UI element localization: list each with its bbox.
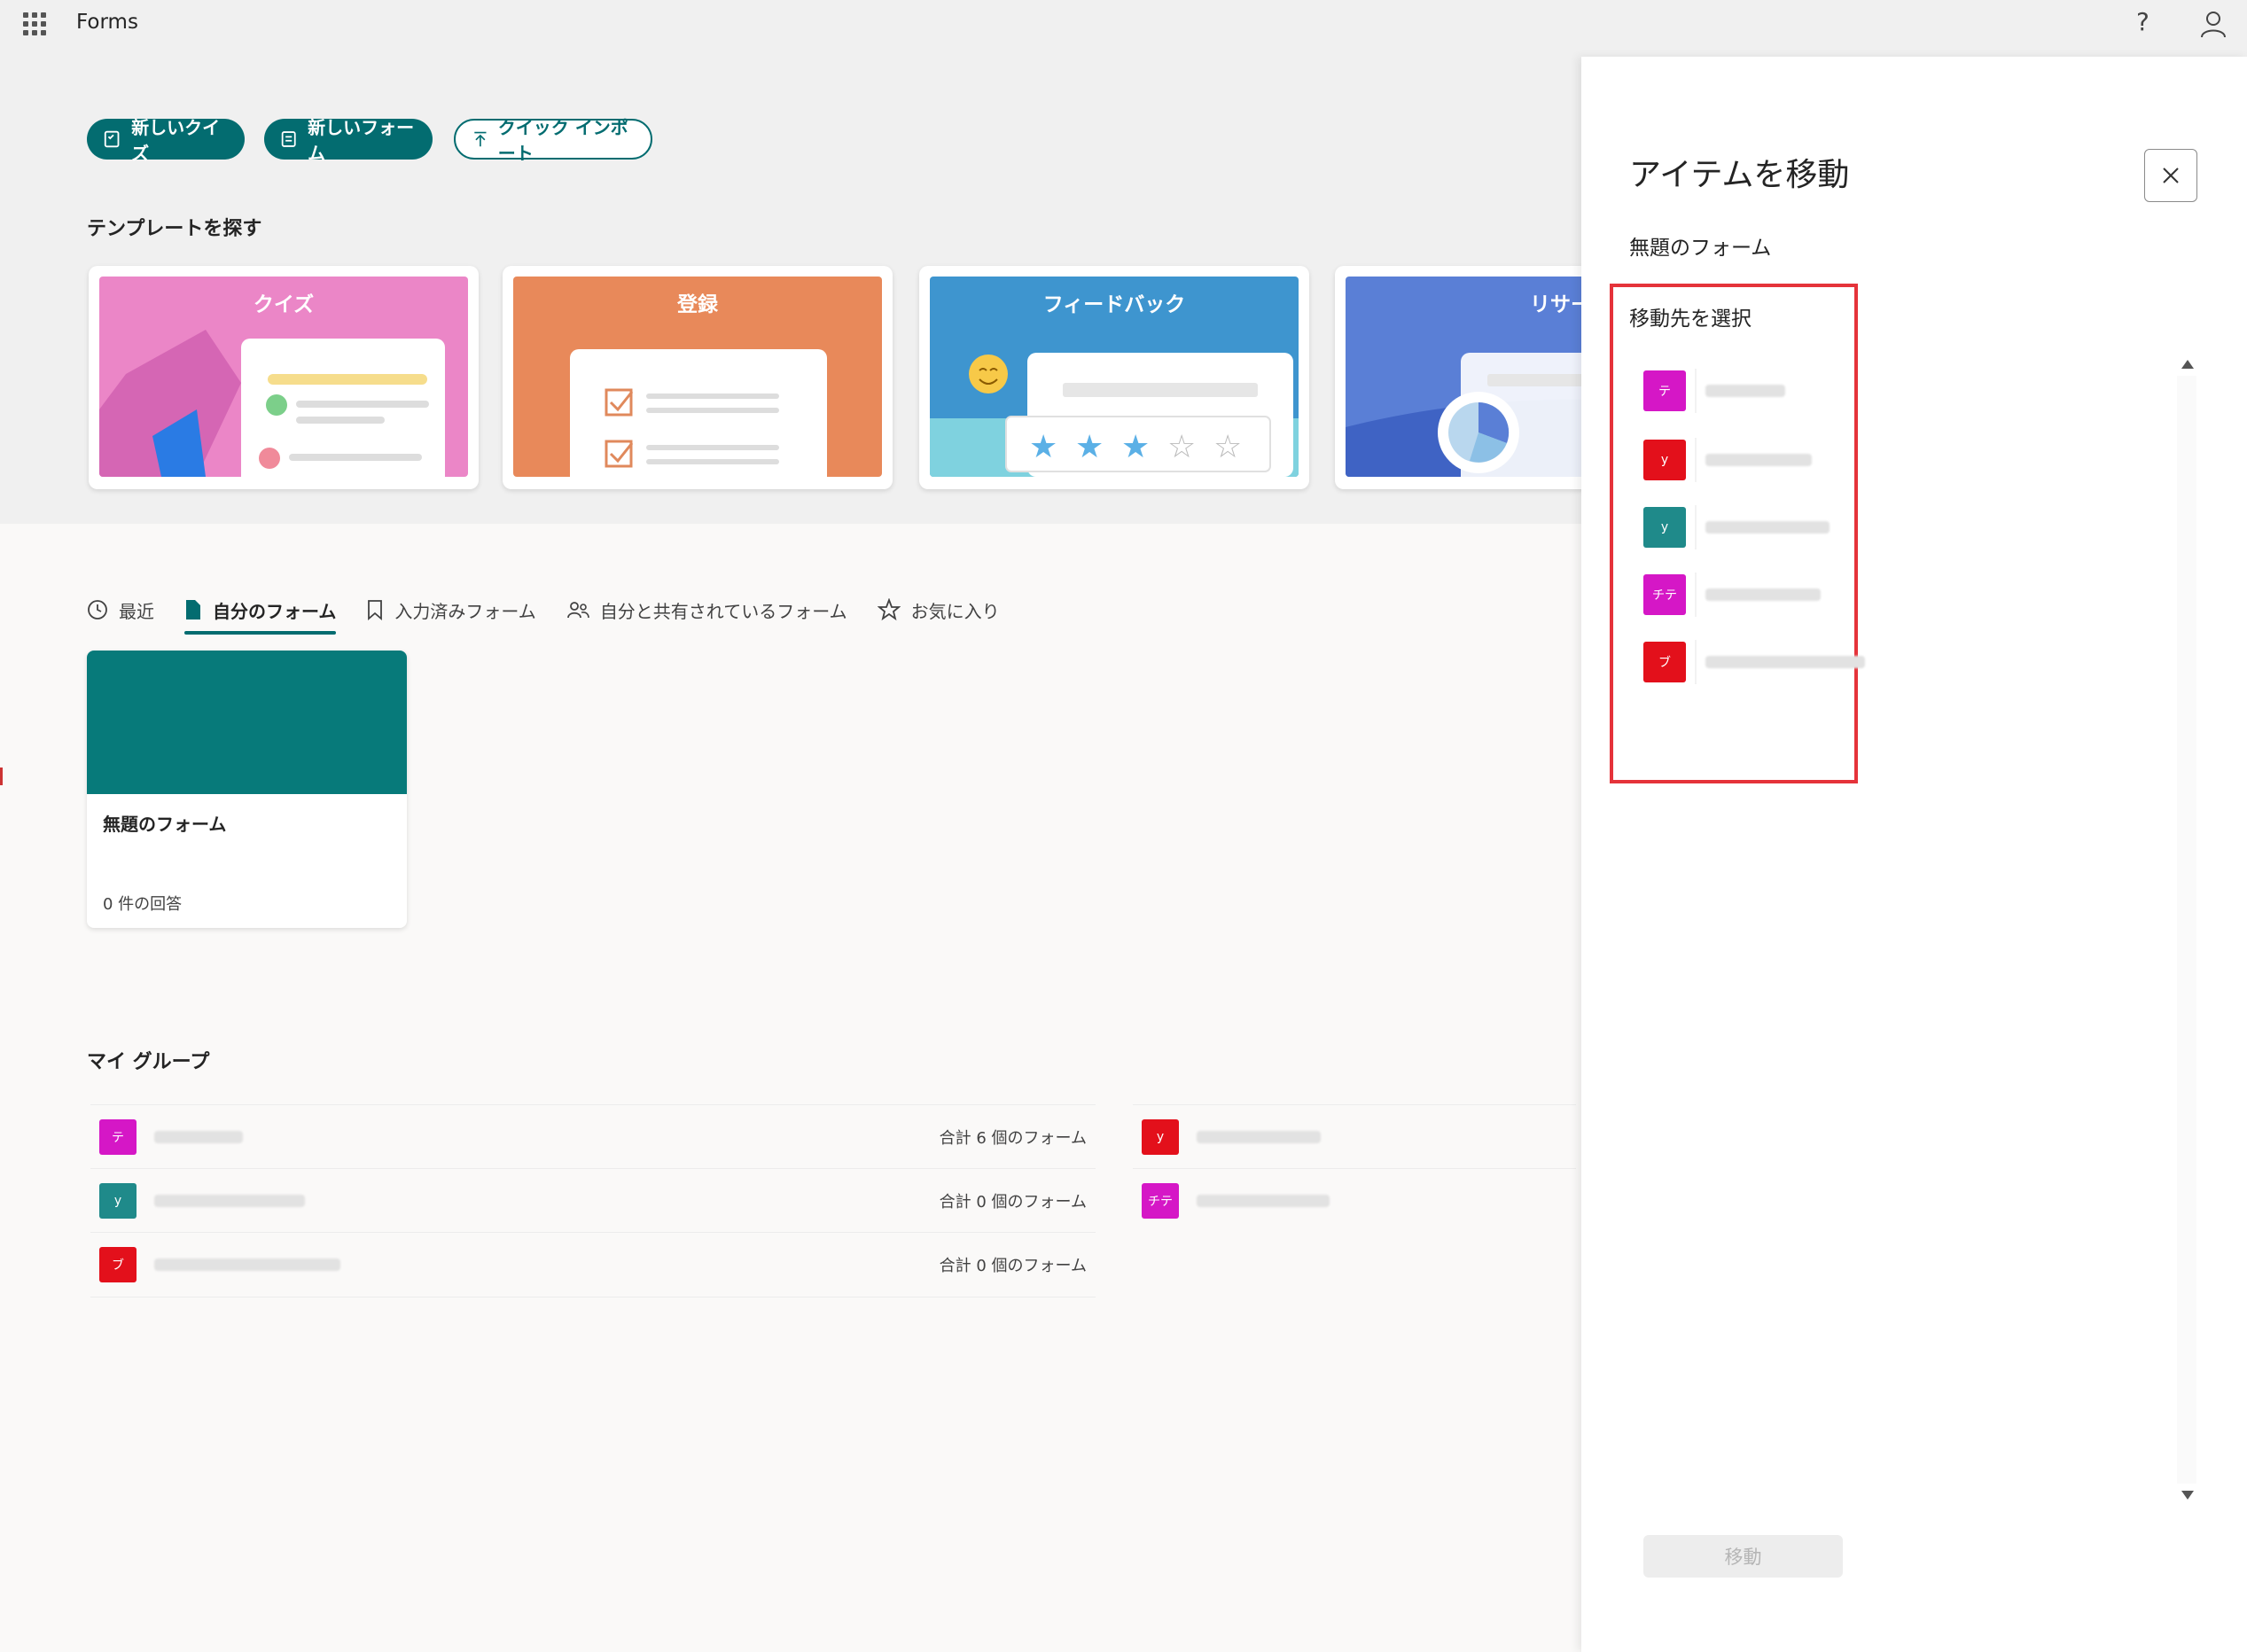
tab-filled-forms[interactable]: 入力済みフォーム [366,590,536,629]
destination-item[interactable]: y [1643,438,1874,482]
form-card[interactable]: 無題のフォーム 0 件の回答 [87,651,407,928]
destination-item[interactable]: ブ [1643,640,1874,684]
svg-text:☆: ☆ [1167,429,1196,465]
move-item-panel: アイテムを移動 無題のフォーム 移動先を選択 テ y y チテ ブ 移動 [1581,57,2247,1652]
quick-import-button[interactable]: クイック インポート [454,117,652,164]
close-button[interactable] [2144,149,2197,202]
group-name-redacted [1197,1131,1321,1143]
template-card-feedback[interactable]: ★ ★ ★ ☆ ☆ フィードバック [919,266,1309,489]
tab-shared-with-me[interactable]: 自分と共有されているフォーム [566,590,847,629]
scroll-up-arrow-icon[interactable] [2181,360,2194,369]
item-name: 無題のフォーム [1629,237,1772,260]
divider [1695,369,1697,413]
svg-text:★: ★ [1121,429,1150,465]
new-form-button[interactable]: 新しいフォーム [264,117,433,164]
scrollbar[interactable] [2177,376,2196,1484]
group-name-redacted [1197,1195,1330,1207]
divider [1695,438,1697,482]
template-card-registration[interactable]: 登録 [503,266,893,489]
destination-avatar: チテ [1643,574,1686,615]
tab-favorites[interactable]: お気に入り [877,590,1000,629]
destination-item[interactable]: y [1643,505,1874,549]
group-avatar: ブ [99,1247,137,1282]
form-tabs: 最近 自分のフォーム 入力済みフォーム 自分と共有されているフォーム お気に入り [87,590,1030,635]
group-row[interactable]: テ 合計 6 個のフォーム [90,1104,1096,1169]
destination-avatar: テ [1643,370,1686,411]
group-form-count: 合計 0 個のフォーム [939,1257,1087,1275]
tab-label: 最近 [119,600,154,622]
destination-avatar: y [1643,507,1686,548]
group-name-redacted [154,1195,305,1207]
app-launcher-icon[interactable] [23,12,46,35]
destination-avatar: y [1643,440,1686,480]
destination-label: 移動先を選択 [1629,308,1752,331]
svg-text:★: ★ [1075,429,1104,465]
groups-heading: マイ グループ [87,1051,210,1073]
help-icon[interactable]: ? [2136,7,2149,36]
template-label: フィードバック [1042,293,1186,316]
new-quiz-button[interactable]: 新しいクイズ [87,117,245,164]
clock-icon [88,600,107,620]
group-row[interactable]: y [1133,1104,1576,1169]
divider [1695,573,1697,617]
account-icon[interactable] [2198,9,2228,39]
tab-label: お気に入り [910,600,1000,622]
panel-title: アイテムを移動 [1629,157,1850,193]
window-edge-marker [0,768,3,785]
destination-name-redacted [1705,521,1830,534]
divider [1695,640,1697,684]
move-button[interactable]: 移動 [1643,1535,1843,1578]
group-avatar: y [99,1183,137,1219]
upload-icon [474,131,487,147]
destination-avatar: ブ [1643,642,1686,682]
group-form-count: 合計 0 個のフォーム [939,1193,1087,1212]
new-quiz-label: 新しいクイズ [131,117,221,164]
document-icon [186,600,200,620]
template-label: 登録 [677,293,718,316]
quiz-icon [104,130,120,148]
people-icon [566,602,589,619]
group-avatar: テ [99,1119,137,1155]
destination-name-redacted [1705,656,1865,668]
tab-recent[interactable]: 最近 [87,590,154,629]
template-label: クイズ [253,293,315,316]
destination-item[interactable]: テ [1643,369,1874,413]
tab-my-forms[interactable]: 自分のフォーム [184,590,337,635]
group-avatar: y [1142,1119,1179,1155]
form-card-banner [87,651,407,794]
close-icon [2163,168,2179,183]
app-name[interactable]: Forms [76,11,138,34]
destination-name-redacted [1705,588,1821,601]
destination-name-redacted [1705,385,1785,397]
svg-text:★: ★ [1029,429,1057,465]
tab-label: 入力済みフォーム [394,600,536,622]
group-form-count: 合計 6 個のフォーム [939,1129,1087,1148]
destination-name-redacted [1705,454,1812,466]
group-name-redacted [154,1258,340,1271]
divider [1695,505,1697,549]
group-row[interactable]: y 合計 0 個のフォーム [90,1168,1096,1233]
form-icon [281,131,296,147]
bookmark-icon [368,600,383,620]
group-name-redacted [154,1131,243,1143]
top-bar: Forms ? [0,0,2247,50]
form-card-responses: 0 件の回答 [103,895,183,914]
quick-import-label: クイック インポート [497,117,628,164]
group-row[interactable]: ブ 合計 0 個のフォーム [90,1232,1096,1297]
scroll-down-arrow-icon[interactable] [2181,1491,2194,1500]
star-icon [877,598,901,621]
group-avatar: チテ [1142,1183,1179,1219]
tab-label: 自分のフォーム [213,600,337,622]
tab-label: 自分と共有されているフォーム [599,600,847,622]
destination-item[interactable]: チテ [1643,573,1874,617]
templates-heading: テンプレートを探す [87,218,262,240]
new-form-label: 新しいフォーム [308,117,415,164]
form-card-title: 無題のフォーム [103,814,227,835]
svg-text:☆: ☆ [1213,429,1242,465]
template-card-quiz[interactable]: クイズ [89,266,479,489]
group-row[interactable]: チテ [1133,1168,1576,1233]
